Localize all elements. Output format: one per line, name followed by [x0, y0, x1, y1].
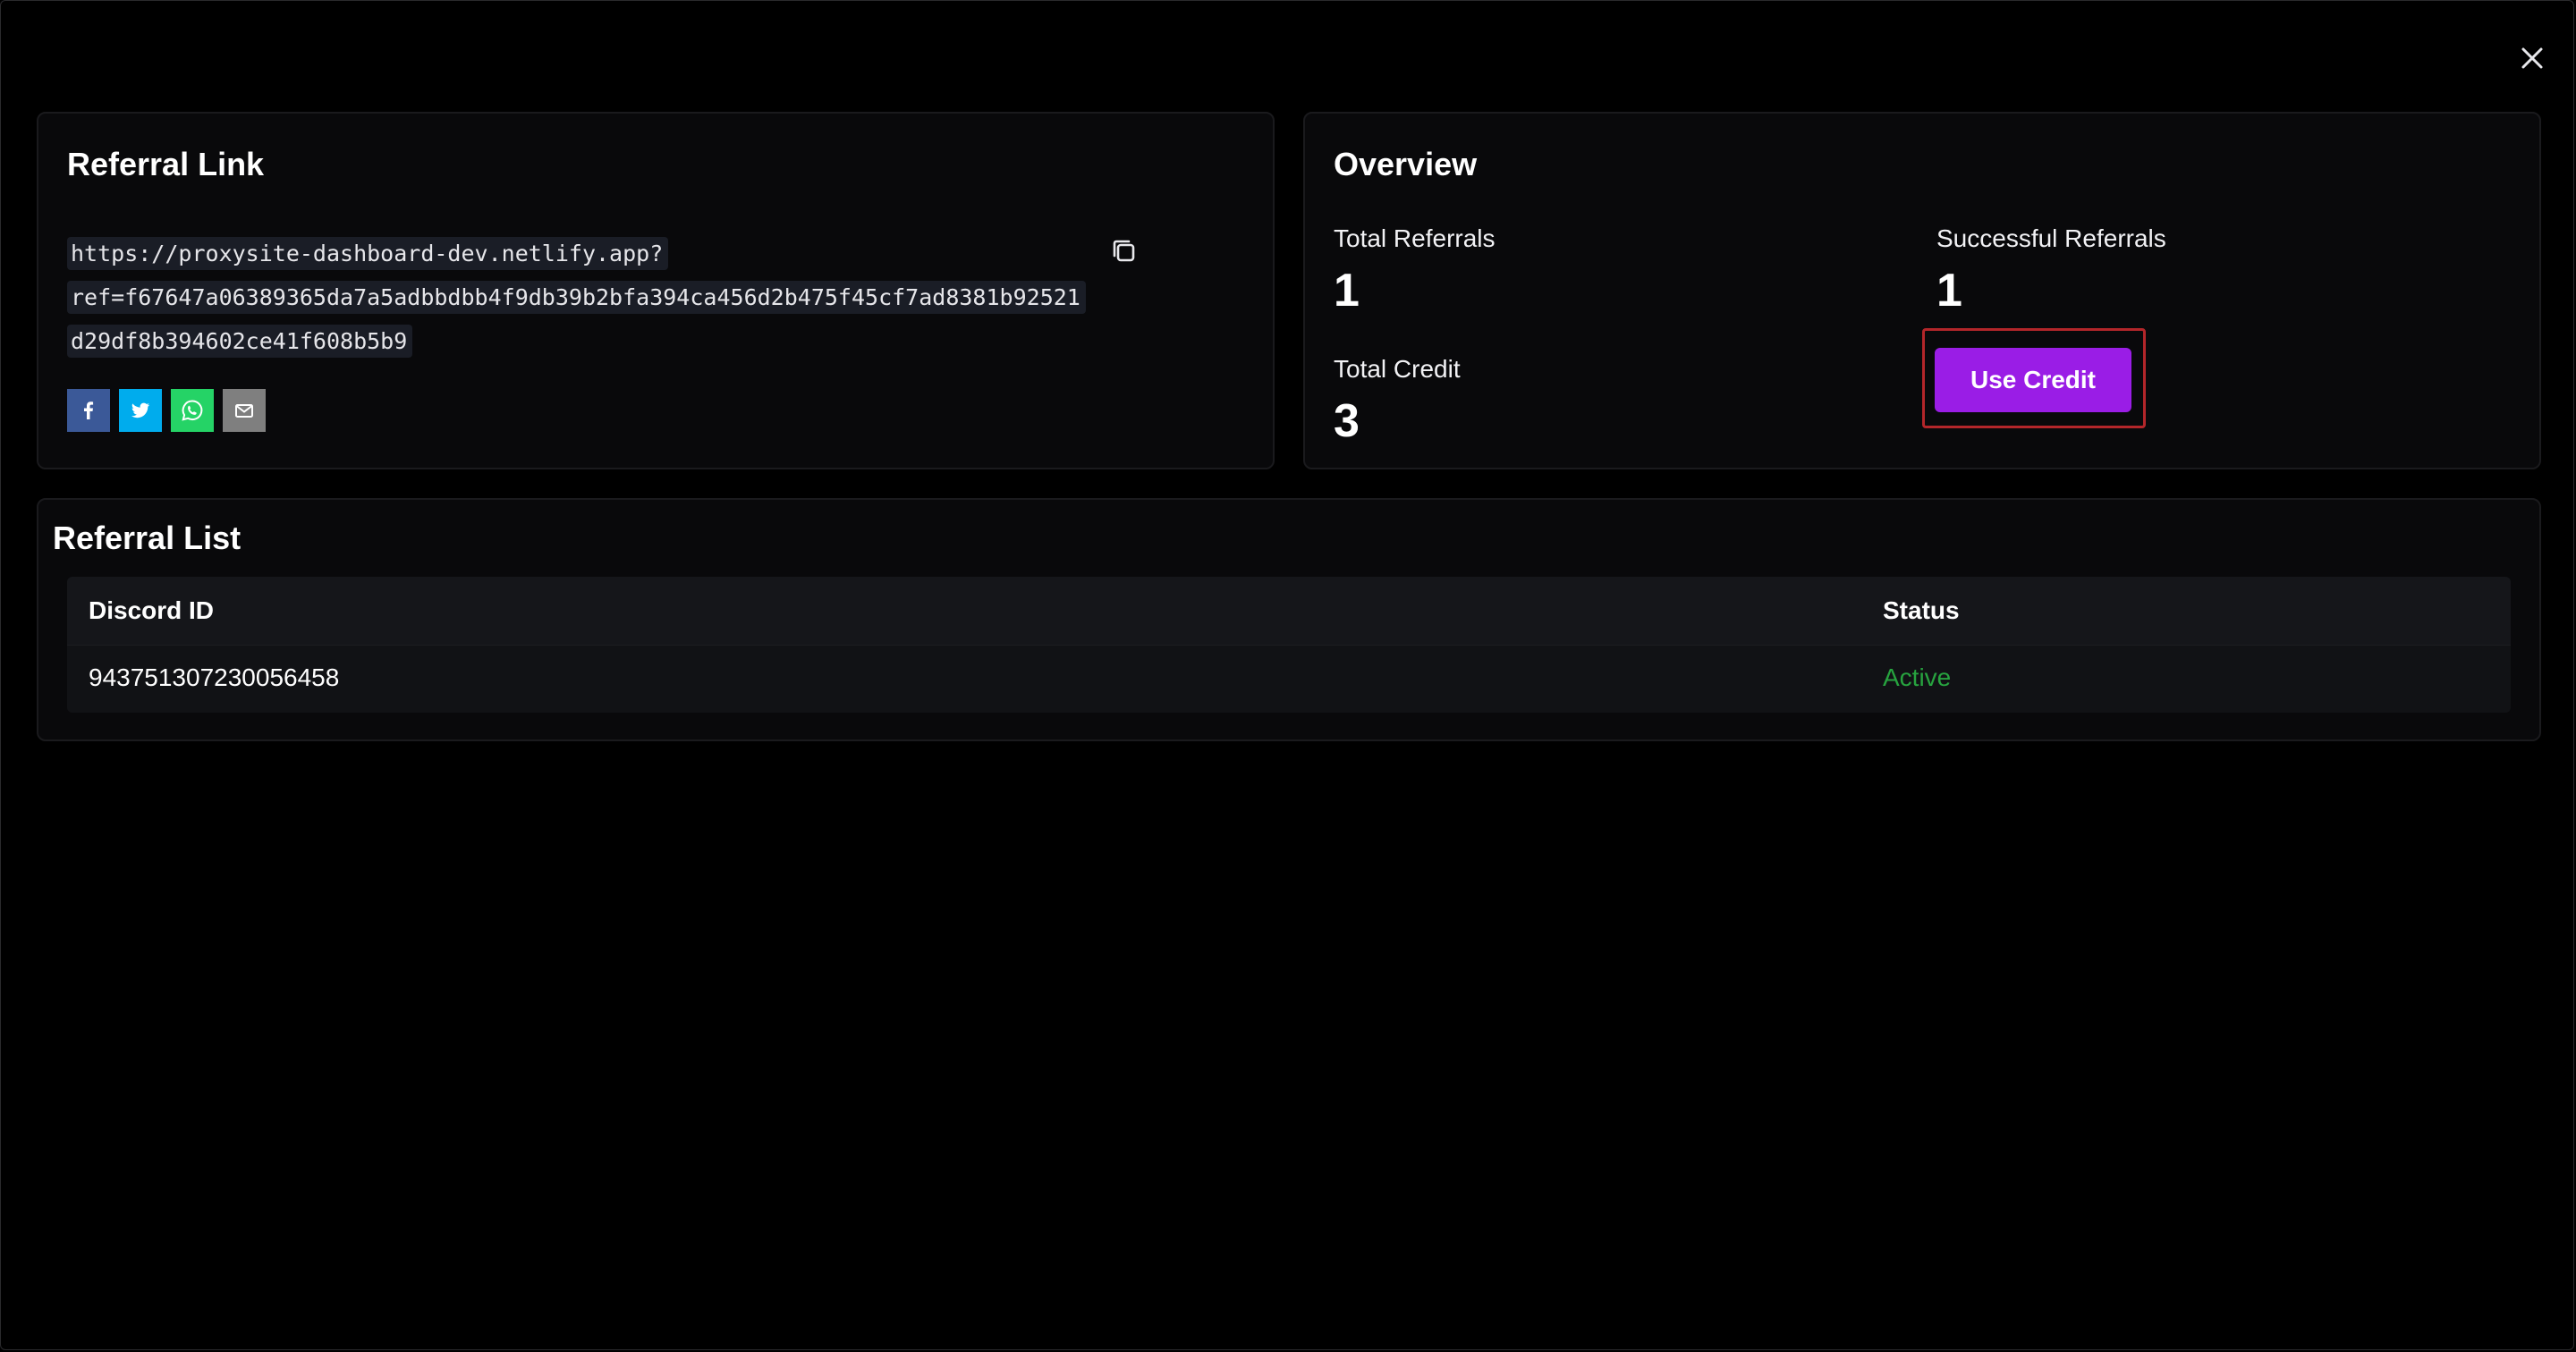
total-credit-value: 3	[1334, 395, 1360, 447]
referral-list-title: Referral List	[53, 520, 242, 556]
overview-card: Overview Total Referrals 1 Successful Re…	[1303, 112, 2541, 469]
twitter-icon	[131, 402, 149, 418]
discord-id-cell: 943751307230056458	[89, 663, 340, 691]
referral-link-url-line-2: ref=f67647a06389365da7a5adbbdbb4f9db39b2…	[67, 281, 1086, 314]
referral-link-card: Referral Link https://proxysite-dashboar…	[37, 112, 1275, 469]
use-credit-button[interactable]: Use Credit	[1935, 348, 2131, 412]
table-header: Discord ID Status	[67, 577, 2511, 645]
referral-link-url-line-1: https://proxysite-dashboard-dev.netlify.…	[67, 237, 669, 270]
referral-link-title: Referral Link	[67, 146, 265, 182]
successful-referrals-label: Successful Referrals	[1936, 224, 2166, 252]
referral-link-url-line-3: d29df8b394602ce41f608b5b9	[67, 325, 413, 358]
referral-modal: Referral Link https://proxysite-dashboar…	[0, 0, 2574, 1350]
referral-table: Discord ID Status 943751307230056458 Act…	[67, 577, 2511, 713]
total-credit-label: Total Credit	[1334, 355, 1461, 383]
twitter-share-button[interactable]	[119, 389, 162, 432]
column-header-discord-id: Discord ID	[89, 596, 215, 624]
copy-icon	[1113, 240, 1135, 262]
facebook-share-button[interactable]	[67, 389, 110, 432]
email-icon	[235, 404, 253, 418]
column-header-status: Status	[1883, 596, 1960, 624]
table-row: 943751307230056458 Active	[67, 645, 2511, 713]
share-buttons	[67, 389, 266, 432]
email-share-button[interactable]	[223, 389, 266, 432]
copy-link-button[interactable]	[1108, 235, 1140, 267]
close-icon	[2521, 47, 2543, 69]
overview-title: Overview	[1334, 146, 1478, 182]
referral-list-card: Referral List Discord ID Status 94375130…	[37, 498, 2541, 741]
whatsapp-share-button[interactable]	[171, 389, 214, 432]
whatsapp-icon	[182, 400, 203, 421]
facebook-icon	[84, 401, 94, 419]
close-button[interactable]	[2514, 40, 2550, 76]
referral-link-url[interactable]: https://proxysite-dashboard-dev.netlify.…	[67, 232, 1096, 363]
total-referrals-label: Total Referrals	[1334, 224, 1496, 252]
status-badge: Active	[1883, 663, 1952, 691]
total-referrals-value: 1	[1334, 265, 1360, 317]
successful-referrals-value: 1	[1936, 265, 1962, 317]
